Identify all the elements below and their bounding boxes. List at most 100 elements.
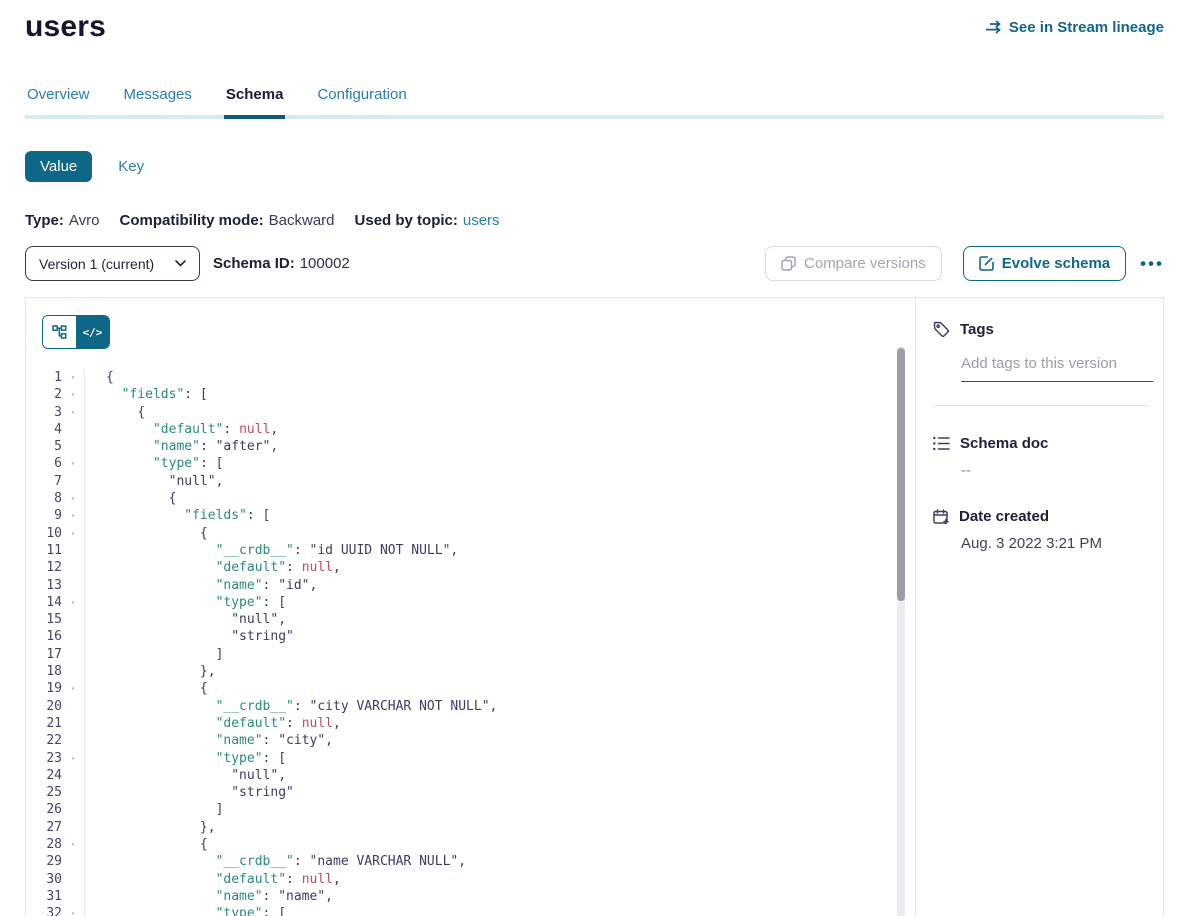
calendar-icon xyxy=(933,509,949,525)
editor-scrollbar-thumb[interactable] xyxy=(897,348,905,601)
fold-spacer xyxy=(62,784,84,801)
schema-meta-row: Type:Avro Compatibility mode:Backward Us… xyxy=(25,212,1164,229)
chevron-down-icon xyxy=(175,260,186,267)
line-number: 16 xyxy=(26,628,62,645)
code-text: "default": null, xyxy=(84,715,915,732)
line-number: 6 xyxy=(26,455,62,472)
fold-toggle-icon[interactable]: ▾ xyxy=(62,507,84,524)
used-by-topic-label: Used by topic: xyxy=(355,212,458,229)
tab-overview[interactable]: Overview xyxy=(25,80,92,119)
code-line: 30 "default": null, xyxy=(26,871,915,888)
line-number: 11 xyxy=(26,542,62,559)
schema-type: Type:Avro xyxy=(25,212,99,229)
code-text: "default": null, xyxy=(84,871,915,888)
code-line: 13 "name": "id", xyxy=(26,577,915,594)
code-text: ] xyxy=(84,646,915,663)
code-line: 14▾ "type": [ xyxy=(26,594,915,611)
fold-spacer xyxy=(62,611,84,628)
fold-toggle-icon[interactable]: ▾ xyxy=(62,594,84,611)
edit-square-icon xyxy=(979,256,994,271)
code-text: { xyxy=(84,836,915,853)
tree-view-icon xyxy=(52,325,67,339)
fold-toggle-icon[interactable]: ▾ xyxy=(62,369,84,386)
code-text: { xyxy=(84,369,915,386)
line-number: 14 xyxy=(26,594,62,611)
code-line: 16 "string" xyxy=(26,628,915,645)
code-line: 27 }, xyxy=(26,819,915,836)
used-by-topic-link[interactable]: users xyxy=(463,212,500,229)
version-select-value: Version 1 (current) xyxy=(39,256,154,272)
line-number: 9 xyxy=(26,507,62,524)
compatibility-mode: Compatibility mode:Backward xyxy=(119,212,334,229)
topic-tabs: Overview Messages Schema Configuration xyxy=(25,80,1164,119)
fold-toggle-icon[interactable]: ▾ xyxy=(62,404,84,421)
date-created-heading: Date created xyxy=(933,508,1149,525)
code-line: 10▾ { xyxy=(26,525,915,542)
stream-lineage-icon xyxy=(985,20,1002,34)
fold-spacer xyxy=(62,888,84,905)
fold-toggle-icon[interactable]: ▾ xyxy=(62,455,84,472)
more-options-button[interactable]: ••• xyxy=(1140,255,1164,272)
tab-configuration[interactable]: Configuration xyxy=(315,80,408,119)
code-text: "null", xyxy=(84,611,915,628)
key-toggle-button[interactable]: Key xyxy=(118,158,144,175)
date-created-value: Aug. 3 2022 3:21 PM xyxy=(961,535,1149,552)
tag-icon xyxy=(933,321,950,338)
code-text: "name": "city", xyxy=(84,732,915,749)
code-text: }, xyxy=(84,663,915,680)
code-line: 20 "__crdb__": "city VARCHAR NOT NULL", xyxy=(26,698,915,715)
code-line: 22 "name": "city", xyxy=(26,732,915,749)
schema-id: Schema ID: 100002 xyxy=(213,255,350,272)
fold-spacer xyxy=(62,473,84,490)
line-number: 30 xyxy=(26,871,62,888)
code-line: 29 "__crdb__": "name VARCHAR NULL", xyxy=(26,853,915,870)
compare-versions-button[interactable]: Compare versions xyxy=(765,246,942,281)
code-line: 18 }, xyxy=(26,663,915,680)
code-text: "type": [ xyxy=(84,594,915,611)
version-select[interactable]: Version 1 (current) xyxy=(25,246,200,281)
code-text: "default": null, xyxy=(84,421,915,438)
code-line: 1▾{ xyxy=(26,369,915,386)
code-line: 28▾ { xyxy=(26,836,915,853)
editor-scrollbar-track[interactable] xyxy=(897,346,905,916)
schema-card: </> 1▾{2▾ "fields": [3▾ {4 "default": nu… xyxy=(25,297,1164,916)
code-text: "__crdb__": "id UUID NOT NULL", xyxy=(84,542,915,559)
line-number: 19 xyxy=(26,680,62,697)
stream-lineage-link[interactable]: See in Stream lineage xyxy=(985,19,1164,36)
code-view-icon: </> xyxy=(83,326,103,339)
line-number: 29 xyxy=(26,853,62,870)
line-number: 17 xyxy=(26,646,62,663)
fold-toggle-icon[interactable]: ▾ xyxy=(62,490,84,507)
code-view-button[interactable]: </> xyxy=(76,316,109,348)
add-tags-input[interactable] xyxy=(961,355,1153,382)
tags-title: Tags xyxy=(960,321,994,338)
line-number: 2 xyxy=(26,386,62,403)
code-text: "string" xyxy=(84,628,915,645)
code-line: 9▾ "fields": [ xyxy=(26,507,915,524)
fold-toggle-icon[interactable]: ▾ xyxy=(62,750,84,767)
fold-toggle-icon[interactable]: ▾ xyxy=(62,680,84,697)
compare-versions-icon xyxy=(781,256,796,271)
schema-id-label: Schema ID: xyxy=(213,255,295,272)
fold-toggle-icon[interactable]: ▾ xyxy=(62,525,84,542)
code-line: 19▾ { xyxy=(26,680,915,697)
code-lines: 1▾{2▾ "fields": [3▾ {4 "default": null,5… xyxy=(26,369,915,916)
code-text: "fields": [ xyxy=(84,507,915,524)
fold-toggle-icon[interactable]: ▾ xyxy=(62,905,84,916)
schema-id-value: 100002 xyxy=(300,255,350,272)
line-number: 1 xyxy=(26,369,62,386)
line-number: 23 xyxy=(26,750,62,767)
tab-messages[interactable]: Messages xyxy=(122,80,194,119)
tree-view-button[interactable] xyxy=(43,316,76,348)
fold-toggle-icon[interactable]: ▾ xyxy=(62,836,84,853)
code-line: 25 "string" xyxy=(26,784,915,801)
line-number: 28 xyxy=(26,836,62,853)
line-number: 15 xyxy=(26,611,62,628)
evolve-schema-button[interactable]: Evolve schema xyxy=(963,246,1126,281)
fold-toggle-icon[interactable]: ▾ xyxy=(62,386,84,403)
value-toggle-button[interactable]: Value xyxy=(25,151,92,182)
tab-schema[interactable]: Schema xyxy=(224,80,286,119)
date-created-section: Date created Aug. 3 2022 3:21 PM xyxy=(933,508,1149,552)
code-line: 4 "default": null, xyxy=(26,421,915,438)
code-text: { xyxy=(84,525,915,542)
